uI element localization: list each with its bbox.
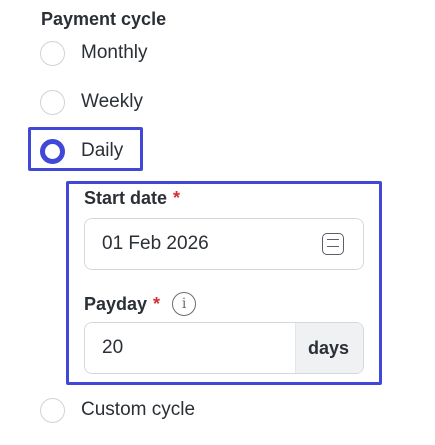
radio-label-daily[interactable]: Daily bbox=[81, 140, 123, 162]
radio-circle-custom-cycle[interactable] bbox=[40, 397, 65, 423]
required-asterisk: * bbox=[173, 188, 181, 208]
radio-label-monthly[interactable]: Monthly bbox=[81, 42, 148, 64]
payday-suffix-days: days bbox=[294, 323, 363, 373]
start-date-label: Start date * bbox=[84, 188, 180, 209]
radio-circle-monthly[interactable] bbox=[40, 40, 65, 66]
radio-circle-weekly[interactable] bbox=[40, 89, 65, 115]
radio-option-monthly[interactable]: Monthly bbox=[40, 38, 148, 68]
payday-field[interactable]: 20 days bbox=[84, 322, 364, 374]
radio-option-custom-cycle[interactable]: Custom cycle bbox=[40, 395, 195, 425]
info-icon[interactable]: i bbox=[172, 292, 197, 316]
start-date-field[interactable]: 01 Feb 2026 bbox=[84, 218, 364, 270]
start-date-value[interactable]: 01 Feb 2026 bbox=[85, 233, 322, 255]
payday-label-text: Payday bbox=[84, 293, 148, 314]
radio-label-weekly[interactable]: Weekly bbox=[81, 91, 143, 113]
payment-cycle-legend: Payment cycle bbox=[41, 9, 167, 29]
required-asterisk: * bbox=[153, 293, 161, 314]
payday-label: Payday * i bbox=[84, 292, 197, 316]
radio-circle-daily-selected[interactable] bbox=[40, 138, 65, 164]
radio-option-daily[interactable]: Daily bbox=[40, 136, 123, 166]
calendar-icon[interactable] bbox=[322, 233, 344, 255]
start-date-label-text: Start date bbox=[84, 188, 168, 208]
radio-option-weekly[interactable]: Weekly bbox=[40, 87, 143, 117]
radio-label-custom-cycle[interactable]: Custom cycle bbox=[81, 399, 195, 421]
payment-cycle-form: Payment cycle Monthly Weekly Daily Start… bbox=[0, 0, 435, 445]
payday-value[interactable]: 20 bbox=[85, 337, 295, 359]
